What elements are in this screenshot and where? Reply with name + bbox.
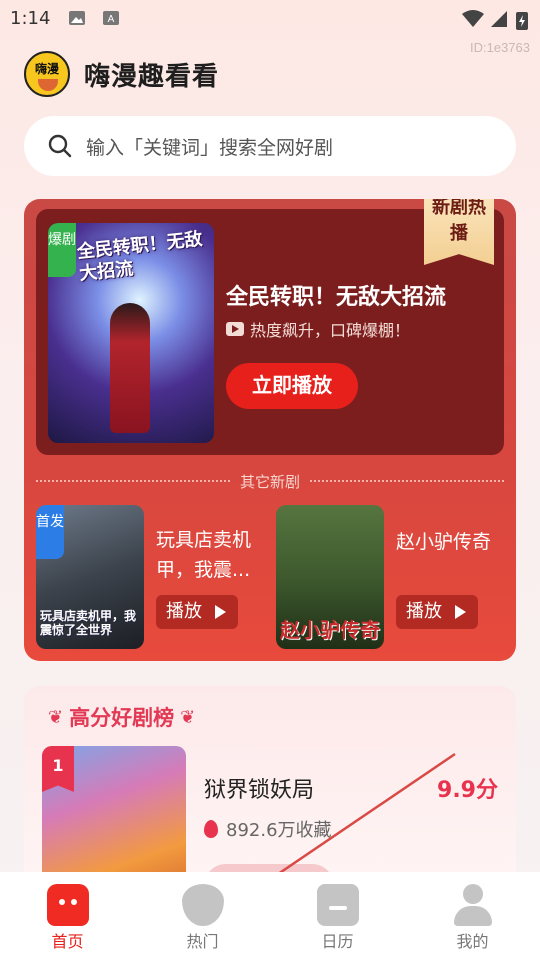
battery-icon: [516, 12, 528, 30]
featured-title[interactable]: 全民转职！无敌大招流: [226, 279, 446, 311]
app-header: 嗨漫 嗨漫趣看看: [24, 50, 219, 98]
user-icon: [452, 884, 494, 926]
laurel-left-icon: ❦: [48, 706, 64, 728]
top-rated-heading: ❦ 高分好剧榜 ❦: [42, 702, 201, 732]
bottom-nav: 首页 热门 日历 我的: [0, 872, 540, 960]
premiere-tag: 首发: [36, 505, 64, 559]
other-new-label: 其它新剧: [240, 472, 301, 491]
hot-tag: 爆剧: [48, 223, 76, 277]
app-logo: 嗨漫: [24, 51, 70, 97]
fire-icon: [181, 884, 224, 926]
user-head: [462, 884, 483, 904]
poster-figure: [110, 303, 150, 433]
video-icon: [226, 322, 244, 336]
other-new-divider: 其它新剧: [36, 471, 505, 491]
gallery-icon: [69, 11, 85, 25]
app-title: 嗨漫趣看看: [84, 61, 220, 92]
home-icon: [46, 884, 89, 926]
featured-subtitle: 热度飙升，口碑爆棚！: [226, 317, 410, 341]
poster-caption: 赵小驴传奇: [280, 618, 380, 642]
tab-label: 日历: [321, 932, 354, 951]
divider-line: [36, 480, 230, 482]
poster-title: 全民转职！无敌大招流: [76, 228, 204, 285]
play-button[interactable]: 播放: [156, 595, 238, 629]
tab-label: 首页: [51, 932, 84, 951]
tab-hot[interactable]: 热门: [135, 872, 270, 960]
tab-home[interactable]: 首页: [0, 872, 135, 960]
wifi-icon: [462, 10, 484, 27]
drama-title[interactable]: 赵小驴传奇: [396, 527, 516, 557]
laurel-right-icon: ❦: [180, 706, 196, 728]
other-drama-1[interactable]: 玩具店卖机甲，我震惊了全世界 首发 玩具店卖机甲，我震... 播放: [36, 505, 256, 649]
status-bar: 1:14 A: [0, 0, 540, 36]
featured-subtitle-text: 热度飙升，口碑爆棚！: [250, 321, 411, 340]
tab-label: 我的: [456, 932, 489, 951]
search-placeholder: 输入「关键词」搜索全网好剧: [86, 136, 334, 159]
play-now-button[interactable]: 立即播放: [226, 363, 358, 409]
status-time: 1:14: [10, 8, 51, 29]
search-bar[interactable]: 输入「关键词」搜索全网好剧: [24, 116, 516, 176]
svg-text:A: A: [108, 14, 115, 25]
rank-badge: 1: [42, 746, 74, 792]
tab-profile[interactable]: 我的: [405, 872, 540, 960]
tab-label: 热门: [186, 932, 219, 951]
device-id: ID:1e3763: [470, 40, 530, 55]
tab-calendar[interactable]: 日历: [270, 872, 405, 960]
poster-caption: 玩具店卖机甲，我震惊了全世界: [40, 609, 137, 637]
play-button[interactable]: 播放: [396, 595, 478, 629]
font-icon: A: [103, 11, 119, 25]
signal-icon: [491, 11, 507, 27]
user-body: [453, 906, 492, 926]
top-rated-title: 高分好剧榜: [69, 706, 175, 730]
logo-mouth: [38, 79, 58, 91]
drama-poster[interactable]: 赵小驴传奇: [276, 505, 384, 649]
featured-poster[interactable]: 全民转职！无敌大招流 爆剧: [48, 223, 214, 443]
other-drama-2[interactable]: 赵小驴传奇 赵小驴传奇 播放: [276, 505, 496, 649]
divider-line: [310, 480, 505, 482]
search-icon: [48, 134, 72, 158]
ribbon-text: 新剧热播: [432, 199, 486, 244]
calendar-icon: [316, 884, 359, 926]
hot-drama-card: 全民转职！无敌大招流 爆剧 全民转职！无敌大招流 热度飙升，口碑爆棚！ 立即播放…: [24, 199, 516, 661]
drama-poster[interactable]: 玩具店卖机甲，我震惊了全世界 首发: [36, 505, 144, 649]
logo-text: 嗨漫: [34, 62, 59, 76]
drama-title[interactable]: 玩具店卖机甲，我震...: [156, 525, 266, 585]
